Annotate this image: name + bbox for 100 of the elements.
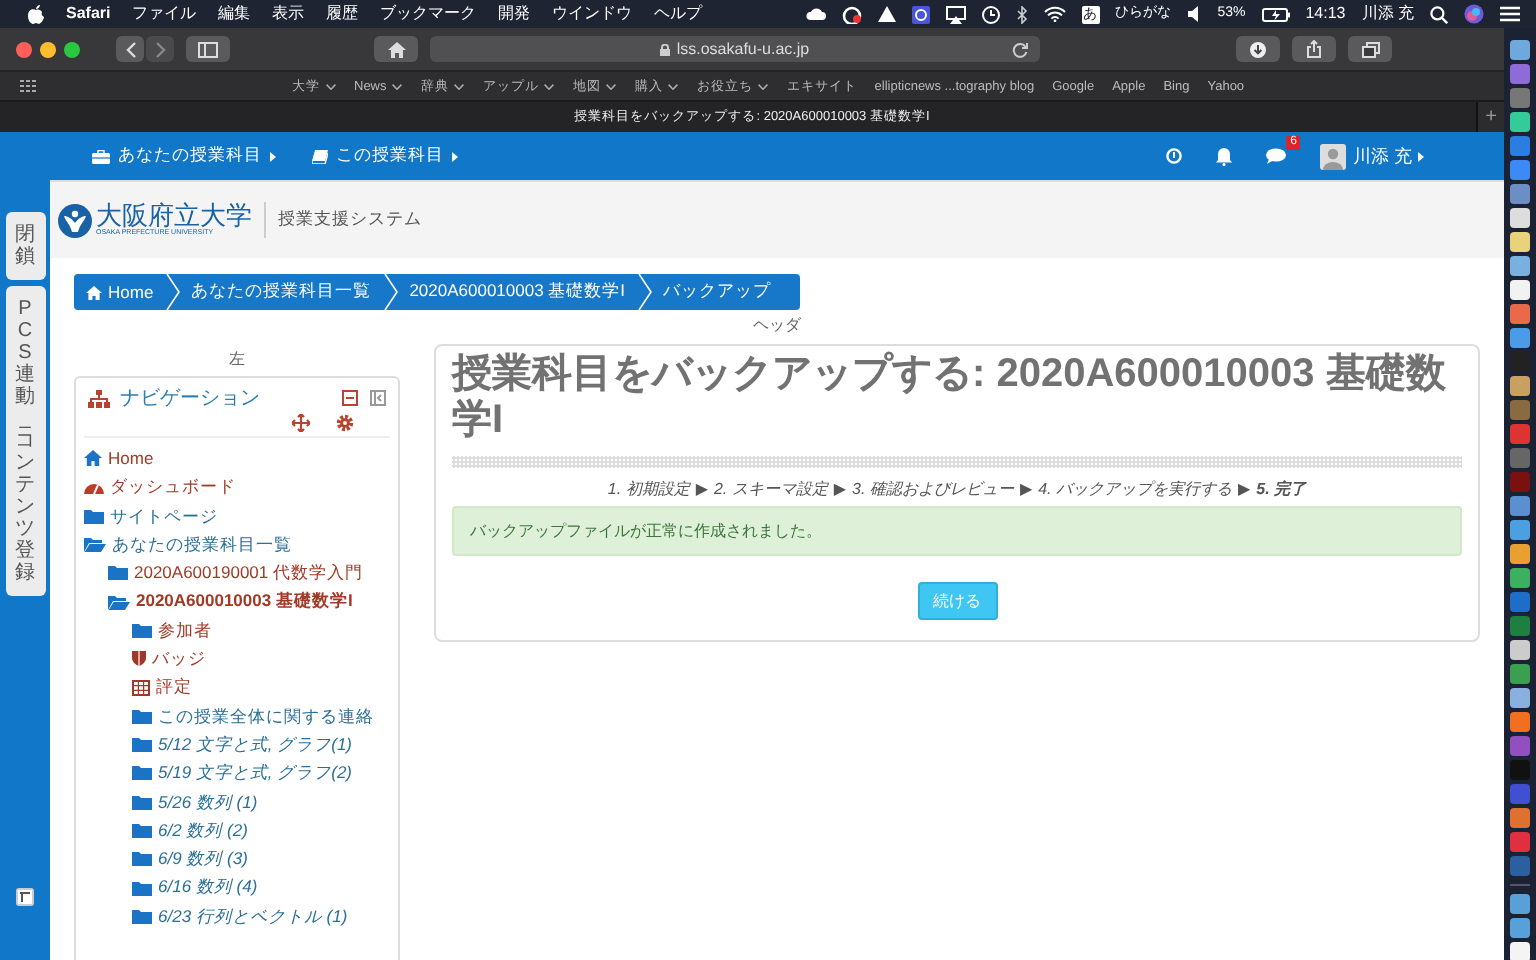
search-icon[interactable] bbox=[1430, 5, 1448, 23]
back-button[interactable] bbox=[116, 36, 144, 62]
sitemap-icon bbox=[88, 389, 110, 407]
chevron-icon bbox=[637, 274, 652, 310]
back-icon bbox=[125, 41, 135, 57]
chevron-down-icon bbox=[606, 83, 617, 89]
menu-item[interactable]: 開発 bbox=[498, 4, 531, 24]
triangle-icon[interactable] bbox=[877, 6, 896, 22]
caret-icon bbox=[1418, 151, 1424, 161]
menu-item[interactable]: ファイル bbox=[132, 4, 197, 24]
panel-toggle-icon[interactable] bbox=[16, 888, 34, 906]
tree-item[interactable]: あなたの授業科目一覧 bbox=[84, 529, 292, 559]
info-circle-icon[interactable] bbox=[1166, 148, 1183, 164]
share-button[interactable] bbox=[1292, 36, 1336, 62]
zoom-button[interactable] bbox=[64, 41, 80, 57]
sidebar-button[interactable] bbox=[186, 36, 230, 62]
briefcase-icon bbox=[92, 149, 110, 163]
menu-item[interactable]: 表示 bbox=[272, 4, 305, 24]
tree-item[interactable]: 6/23 行列とベクトル (1) bbox=[132, 901, 348, 931]
tree-item[interactable]: 参加者 bbox=[132, 615, 212, 645]
university-name: 大阪府立大学 bbox=[96, 202, 252, 228]
book-icon bbox=[312, 149, 328, 163]
move-icon[interactable] bbox=[292, 414, 310, 432]
clock-text: 14:13 bbox=[1305, 4, 1346, 24]
clock-icon[interactable] bbox=[981, 5, 1000, 23]
tree-item[interactable]: ダッシュボード bbox=[84, 472, 236, 502]
battery-icon[interactable] bbox=[1261, 7, 1290, 21]
breadcrumb-link[interactable]: 2020A600010003 基礎数学I bbox=[397, 280, 638, 304]
chevron-down-icon bbox=[454, 83, 465, 89]
breadcrumb-link[interactable]: バックアップ bbox=[651, 280, 784, 304]
folder-icon bbox=[132, 621, 152, 638]
dock-block-icon[interactable] bbox=[370, 390, 386, 406]
progress-step: 1. 初期設定 bbox=[607, 480, 690, 498]
tree-item[interactable]: 5/19 文字と式, グラフ(2) bbox=[132, 758, 353, 788]
tree-item[interactable]: この授業全体に関する連絡 bbox=[132, 701, 374, 730]
airplay-icon[interactable] bbox=[945, 5, 966, 23]
bell-icon[interactable] bbox=[1216, 147, 1233, 165]
tree-item[interactable]: 6/16 数列 (4) bbox=[132, 872, 258, 902]
tree-item[interactable]: 5/12 文字と式, グラフ(1) bbox=[132, 729, 353, 759]
course-menu[interactable]: あなたの授業科目 bbox=[92, 144, 276, 168]
menu-item[interactable]: ウインドウ bbox=[552, 4, 633, 24]
minimize-button[interactable] bbox=[40, 41, 56, 57]
side-tab[interactable]: 閉鎖 bbox=[5, 212, 45, 280]
tree-item[interactable]: バッジ bbox=[132, 644, 206, 673]
region-label: ヘッダ bbox=[751, 316, 803, 336]
home-button[interactable] bbox=[374, 36, 418, 62]
downloads-button[interactable] bbox=[1236, 36, 1280, 62]
tree-item[interactable]: Home bbox=[84, 444, 154, 473]
tree-item[interactable]: 5/26 数列 (1) bbox=[132, 787, 258, 816]
step-separator: ▶ bbox=[1019, 480, 1033, 498]
speaker-icon[interactable] bbox=[1187, 6, 1202, 22]
address-field[interactable]: lss.osakafu-u.ac.jp bbox=[430, 36, 1040, 62]
menu-item[interactable]: 履歴 bbox=[326, 4, 359, 24]
page-title: 授業科目をバックアップする: 2020A600010003 基礎数学I bbox=[452, 352, 1448, 444]
tree-item[interactable]: 2020A600010003 基礎数学I bbox=[108, 586, 353, 616]
shield-icon bbox=[132, 650, 146, 667]
avatar-icon bbox=[1320, 143, 1347, 169]
chevron-down-icon bbox=[392, 83, 403, 89]
tree-item[interactable]: 評定 bbox=[132, 672, 192, 702]
cloud-icon[interactable] bbox=[805, 6, 826, 22]
bluetooth-icon[interactable] bbox=[1015, 5, 1028, 23]
progress-step: 4. バックアップを実行する bbox=[1038, 480, 1233, 498]
side-tab[interactable]: PCS連動_コンテンツ登録 bbox=[5, 286, 45, 596]
menu-item[interactable]: ブックマーク bbox=[380, 4, 477, 24]
home-icon bbox=[387, 41, 405, 57]
block-title: ナビゲーション bbox=[88, 384, 260, 412]
close-button[interactable] bbox=[16, 41, 32, 57]
user-menu[interactable]: 川添 充 bbox=[1320, 143, 1424, 169]
menu-item[interactable]: 編集 bbox=[218, 4, 251, 24]
collapse-icon[interactable] bbox=[342, 390, 358, 406]
tree-item[interactable]: 6/9 数列 (3) bbox=[132, 844, 248, 873]
tree-item[interactable]: サイトページ bbox=[84, 501, 218, 530]
open-folder-icon bbox=[108, 593, 130, 610]
wifi-icon[interactable] bbox=[1043, 6, 1066, 22]
orb-icon[interactable] bbox=[1464, 4, 1484, 24]
user-name[interactable]: 川添 充 bbox=[1361, 4, 1414, 24]
progress-step: 3. 確認およびレビュー bbox=[852, 480, 1014, 498]
apple-icon bbox=[28, 4, 44, 24]
list-icon[interactable] bbox=[1500, 6, 1520, 22]
chevron-icon bbox=[383, 274, 398, 310]
share-icon bbox=[1306, 40, 1322, 58]
new-tab-button[interactable]: + bbox=[1476, 102, 1504, 132]
tabs-button[interactable] bbox=[1348, 36, 1392, 62]
caret-icon bbox=[452, 151, 458, 161]
tree-item[interactable]: 2020A600190001 代数学入門 bbox=[108, 558, 363, 587]
menu-item[interactable]: ヘルプ bbox=[654, 4, 703, 24]
step-separator: ▶ bbox=[833, 480, 847, 498]
chevron-down-icon bbox=[668, 83, 679, 89]
chat-icon[interactable] bbox=[1266, 148, 1287, 164]
breadcrumb-link[interactable]: Home bbox=[74, 282, 166, 302]
tree-item[interactable]: 6/2 数列 (2) bbox=[132, 815, 248, 845]
app-menu[interactable]: Safari bbox=[66, 4, 111, 24]
home-icon bbox=[86, 285, 102, 299]
breadcrumb-link[interactable]: あなたの授業科目一覧 bbox=[179, 280, 384, 304]
crest-icon bbox=[58, 203, 92, 237]
grid-icon[interactable] bbox=[20, 80, 36, 92]
open-folder-icon bbox=[84, 536, 106, 553]
course-menu[interactable]: この授業科目 bbox=[312, 144, 458, 168]
system-name: 授業支援システム bbox=[278, 208, 422, 232]
settings-icon[interactable] bbox=[336, 414, 354, 432]
